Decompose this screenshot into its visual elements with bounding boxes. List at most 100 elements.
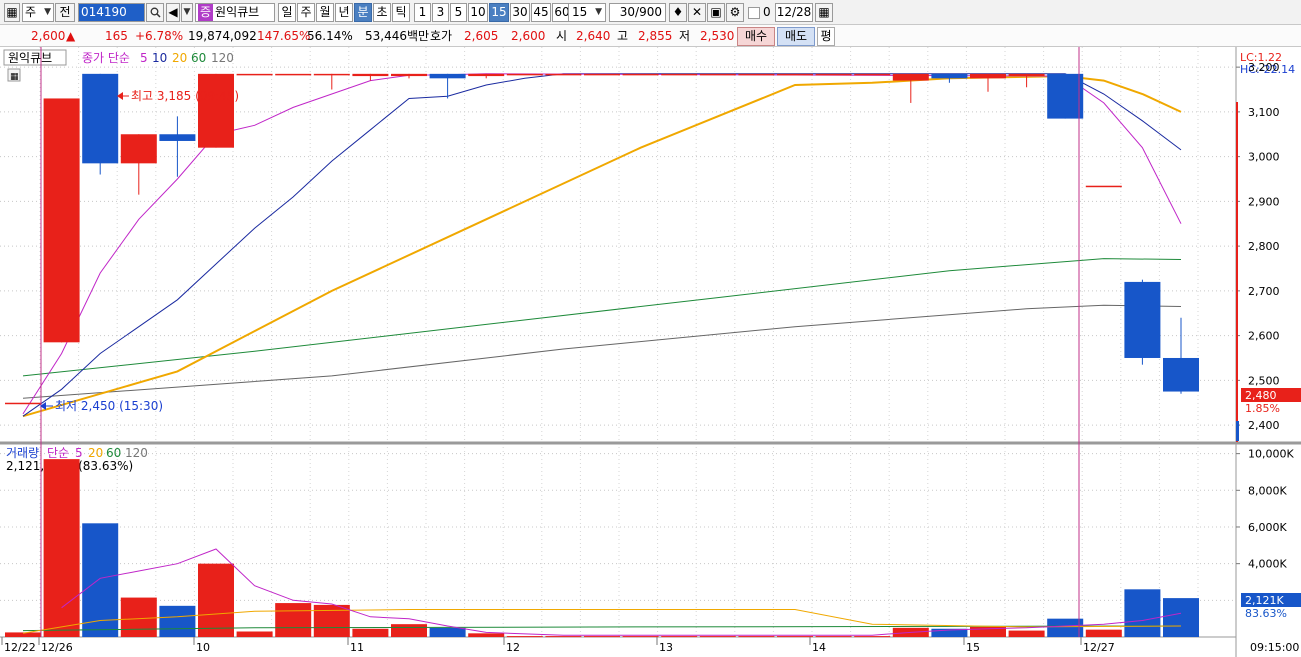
volume-bar xyxy=(1047,618,1084,637)
volume-bar xyxy=(699,636,736,638)
price-tick-label: 2,500 xyxy=(1248,374,1280,387)
price-tick-label: 3,100 xyxy=(1248,106,1280,119)
volume-bar xyxy=(198,563,234,637)
candle-body xyxy=(198,73,234,148)
price-range-bar-low xyxy=(1236,421,1239,441)
calendar-icon[interactable]: ▦ xyxy=(815,3,833,22)
change-amount: 165 xyxy=(105,29,128,43)
change-percent: +6.78% xyxy=(135,29,184,43)
current-price: 2,600 xyxy=(31,29,66,43)
interval-button-1[interactable]: 3 xyxy=(432,3,449,22)
candle-body xyxy=(777,73,813,76)
volume-bar xyxy=(429,627,466,637)
interval-button-6[interactable]: 45 xyxy=(531,3,551,22)
candle-body xyxy=(892,73,929,81)
candle-body xyxy=(584,73,620,76)
interval-value: 15 xyxy=(572,5,588,19)
volume-bar xyxy=(120,597,157,637)
candle-body xyxy=(854,73,891,76)
search-icon[interactable] xyxy=(146,3,164,22)
market-badge: 증 xyxy=(198,4,214,21)
volume-legend-type: 단순 xyxy=(47,446,69,460)
vma5-legend: 5 xyxy=(75,446,83,460)
chevron-down-icon: ▼ xyxy=(44,7,51,17)
stock-name-field[interactable]: 증 원익큐브 xyxy=(195,3,275,22)
interval-button-3[interactable]: 10 xyxy=(468,3,488,22)
chart-type-select[interactable]: 주 ▼ xyxy=(22,3,54,22)
price-tick-label: 3,200 xyxy=(1248,61,1280,74)
time-label: 12/22 xyxy=(4,641,36,654)
candle-body xyxy=(120,134,157,164)
current-price-badge-text: 2,480 xyxy=(1245,389,1277,402)
candle-body xyxy=(661,73,698,76)
period-button-5[interactable]: 초 xyxy=(373,3,391,22)
time-label: 15 xyxy=(966,641,980,654)
sell-button[interactable]: 매도 xyxy=(777,27,815,46)
average-button[interactable]: 평 xyxy=(817,27,835,46)
volume-bar xyxy=(506,636,543,638)
interval-button-4[interactable]: 15 xyxy=(489,3,509,22)
candle-body xyxy=(1163,357,1199,392)
time-label: 12/27 xyxy=(1083,641,1115,654)
volume-bar xyxy=(43,459,80,637)
time-label: 13 xyxy=(659,641,673,654)
volume-tick-label: 6,000K xyxy=(1248,521,1287,534)
volume-bar xyxy=(1124,589,1161,637)
low-price: 2,530 xyxy=(700,29,735,43)
date-input[interactable]: 12/28 xyxy=(775,3,813,22)
volume-bar xyxy=(159,605,196,637)
save-icon[interactable]: ▣ xyxy=(707,3,725,22)
current-price-pct: 1.85% xyxy=(1245,402,1280,415)
volume-bar xyxy=(275,603,312,637)
volume-bar xyxy=(468,633,505,637)
volume-tick-label: 8,000K xyxy=(1248,484,1287,497)
interval-button-2[interactable]: 5 xyxy=(450,3,467,22)
interval-select[interactable]: 15 ▼ xyxy=(568,3,606,22)
volume-bar xyxy=(584,636,620,638)
period-button-2[interactable]: 월 xyxy=(316,3,334,22)
period-button-0[interactable]: 일 xyxy=(278,3,296,22)
checkbox-label: 0 xyxy=(763,5,771,19)
speaker-dropdown-icon[interactable]: ▼ xyxy=(181,3,193,22)
volume-legend-label: 거래량 xyxy=(6,446,39,460)
buy-button[interactable]: 매수 xyxy=(737,27,775,46)
current-volume-badge-text: 2,121K xyxy=(1245,594,1284,607)
candle-body xyxy=(429,73,466,79)
stock-code-input[interactable]: 014190 xyxy=(78,3,145,22)
price-chart[interactable]: 원익큐브 종가 단순 5 10 20 60 120 ▦ LC:1.22 HC:-… xyxy=(0,47,1301,657)
panel-grid-icon-glyph: ▦ xyxy=(10,72,19,82)
ma10-legend: 10 xyxy=(152,51,167,65)
price-tick-label: 2,600 xyxy=(1248,330,1280,343)
volume-ratio: 147.65% xyxy=(257,29,311,43)
prev-button[interactable]: 전 xyxy=(55,3,75,22)
ma-legend-label: 종가 단순 xyxy=(82,51,130,65)
interval-button-0[interactable]: 1 xyxy=(414,3,431,22)
speaker-icon[interactable]: ◀ xyxy=(166,3,180,22)
candle-body xyxy=(506,73,543,76)
time-label: 14 xyxy=(812,641,826,654)
checkbox[interactable] xyxy=(748,7,760,19)
ask-price: 2,605 xyxy=(464,29,499,43)
period-button-3[interactable]: 년 xyxy=(335,3,353,22)
time-clock: 09:15:00 xyxy=(1250,641,1299,654)
cross-line-icon[interactable]: ✕ xyxy=(688,3,706,22)
high-label: 고 xyxy=(617,29,629,43)
count-value: 30/900 xyxy=(619,5,662,19)
candle-body xyxy=(545,73,582,76)
candle-body xyxy=(738,73,775,76)
date-value: 12/28 xyxy=(776,5,812,19)
period-button-6[interactable]: 틱 xyxy=(392,3,410,22)
period-button-4[interactable]: 분 xyxy=(354,3,372,22)
candle-settings-icon[interactable]: ♦ xyxy=(669,3,687,22)
candle-body xyxy=(1085,185,1122,188)
high-price: 2,855 xyxy=(638,29,673,43)
volume-bar xyxy=(1085,629,1122,637)
menu-icon[interactable]: ▦ xyxy=(4,3,20,22)
volume-bar xyxy=(391,624,427,637)
interval-button-5[interactable]: 30 xyxy=(510,3,530,22)
settings-gear-icon[interactable]: ⚙ xyxy=(726,3,744,22)
price-tick-label: 3,000 xyxy=(1248,151,1280,164)
count-input[interactable]: 30/900 xyxy=(609,3,666,22)
current-volume-pct: 83.63% xyxy=(1245,607,1287,620)
period-button-1[interactable]: 주 xyxy=(297,3,315,22)
